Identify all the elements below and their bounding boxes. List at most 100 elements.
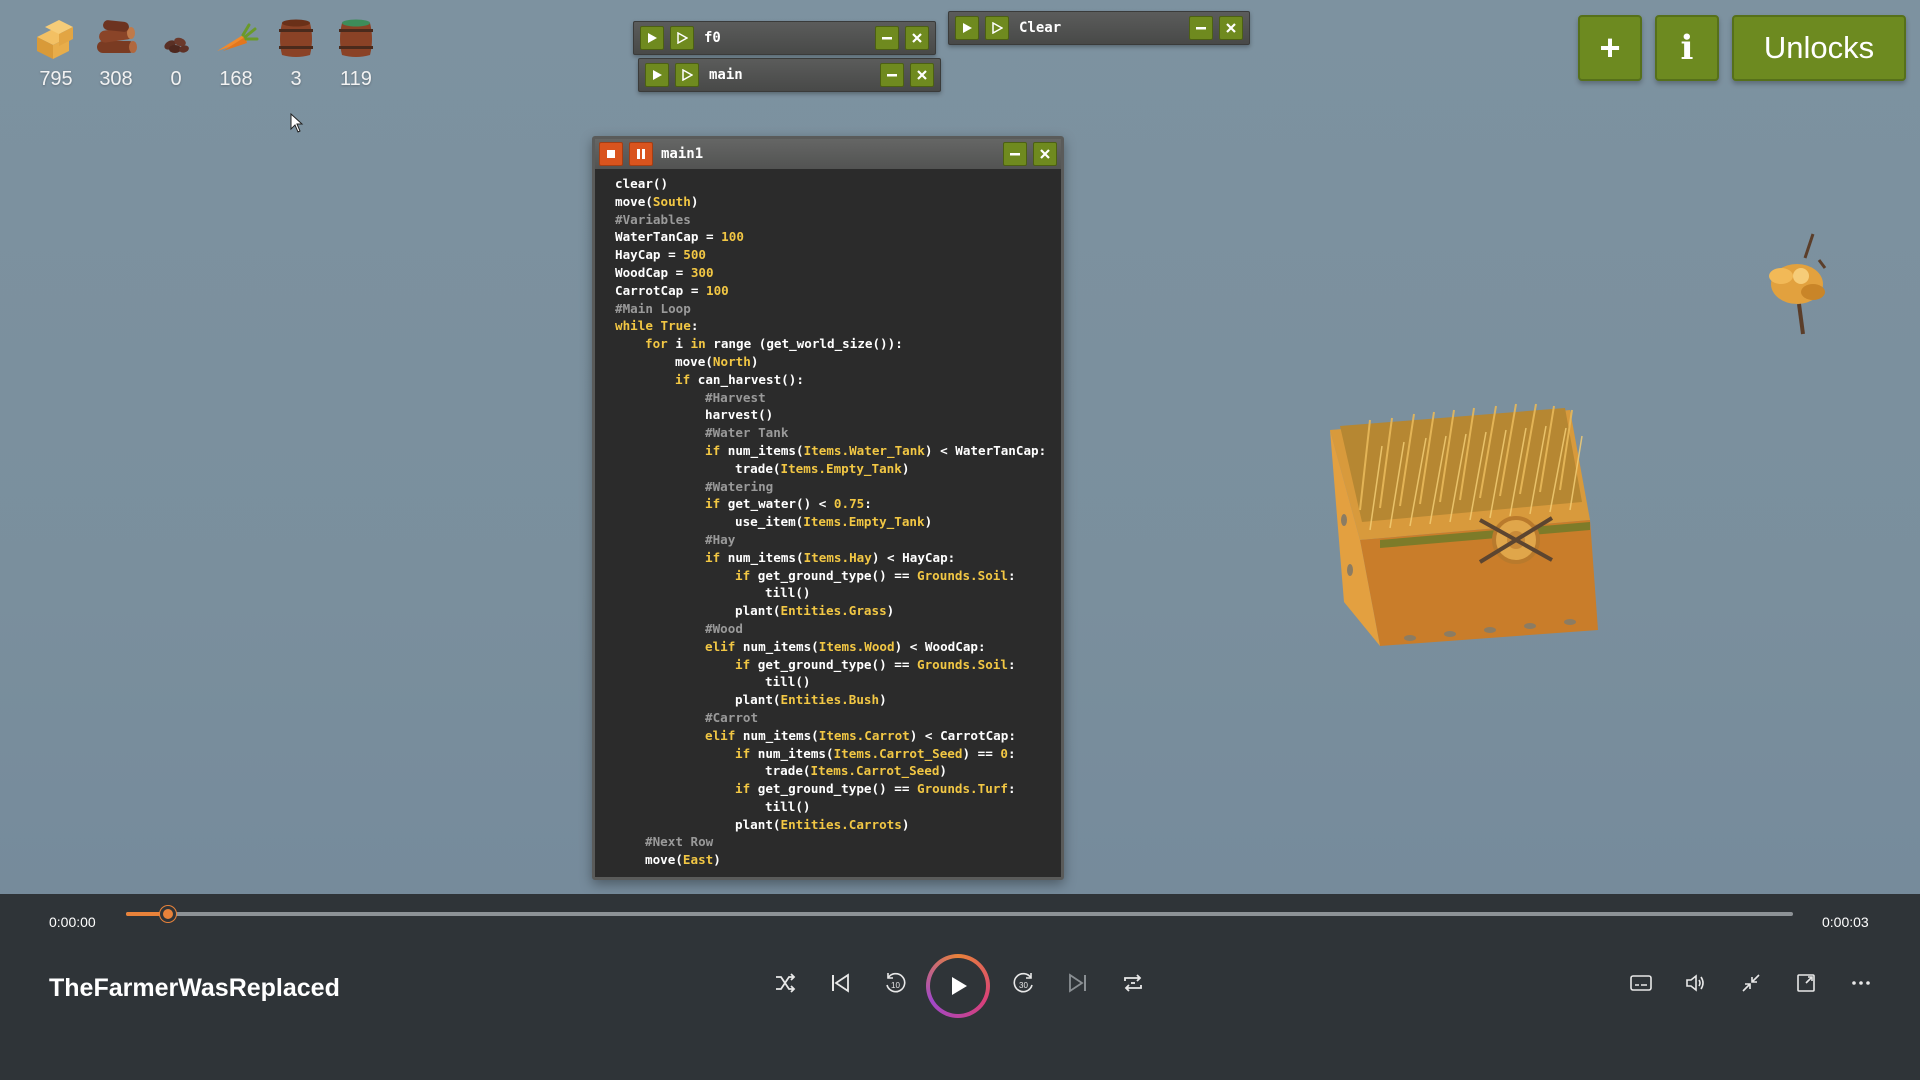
code-line[interactable]: CarrotCap = 100 bbox=[615, 282, 1061, 300]
code-line[interactable]: #Carrot bbox=[615, 709, 1061, 727]
resource-count: 0 bbox=[170, 68, 182, 90]
code-text-area[interactable]: clear() move(South) #Variables WaterTanCap … bbox=[595, 169, 1061, 869]
code-token: Items.Carrot bbox=[818, 727, 910, 743]
code-line[interactable]: HayCap = 500 bbox=[615, 246, 1061, 264]
code-line[interactable]: WoodCap = 300 bbox=[615, 264, 1061, 282]
code-token: if bbox=[735, 745, 751, 761]
exit-fullscreen-button[interactable] bbox=[1731, 963, 1771, 1003]
step-button[interactable] bbox=[675, 63, 699, 87]
code-line[interactable]: if get_water() < 0.75: bbox=[615, 495, 1061, 513]
code-token: Entities.Carrots bbox=[780, 816, 902, 832]
seek-thumb[interactable] bbox=[159, 906, 176, 922]
code-window-header[interactable]: main1 bbox=[595, 139, 1061, 169]
previous-button[interactable] bbox=[820, 963, 860, 1003]
captions-button[interactable] bbox=[1621, 963, 1661, 1003]
stop-button[interactable] bbox=[599, 142, 623, 166]
close-button[interactable] bbox=[1219, 16, 1243, 40]
code-line[interactable]: #Variables bbox=[615, 211, 1061, 229]
code-token: can_harvest(): bbox=[690, 371, 804, 387]
add-button[interactable]: + bbox=[1578, 15, 1642, 81]
code-line[interactable]: WaterTanCap = 100 bbox=[615, 228, 1061, 246]
seek-bar[interactable] bbox=[126, 906, 1793, 922]
code-token: ) bbox=[901, 460, 910, 476]
code-token: for bbox=[645, 336, 668, 352]
code-line[interactable]: trade(Items.Empty_Tank) bbox=[615, 460, 1061, 478]
code-line[interactable]: #Wood bbox=[615, 620, 1061, 638]
code-line[interactable]: elif num_items(Items.Carrot) < CarrotCap… bbox=[615, 727, 1061, 745]
code-token: East bbox=[682, 852, 714, 868]
code-line[interactable]: if can_harvest(): bbox=[615, 371, 1061, 389]
code-line[interactable]: trade(Items.Carrot_Seed) bbox=[615, 762, 1061, 780]
code-token: Items.Wood bbox=[818, 638, 895, 654]
code-token: ) bbox=[690, 193, 699, 209]
window-main[interactable]: main bbox=[638, 58, 941, 92]
volume-button[interactable] bbox=[1676, 963, 1716, 1003]
more-options-button[interactable] bbox=[1841, 963, 1881, 1003]
code-token: : bbox=[1007, 781, 1016, 797]
step-button[interactable] bbox=[670, 26, 694, 50]
code-line[interactable]: if num_items(Items.Water_Tank) < WaterTa… bbox=[615, 442, 1061, 460]
code-token: if bbox=[675, 371, 691, 387]
code-token: use_item( bbox=[735, 514, 804, 530]
rewind-10-button[interactable]: 10 bbox=[875, 963, 915, 1003]
code-line[interactable]: for i in range (get_world_size()): bbox=[615, 335, 1061, 353]
close-button[interactable] bbox=[1033, 142, 1057, 166]
code-line[interactable]: if num_items(Items.Carrot_Seed) == 0: bbox=[615, 745, 1061, 763]
code-line[interactable]: #Next Row bbox=[615, 833, 1061, 851]
repeat-button[interactable] bbox=[1113, 963, 1153, 1003]
shuffle-button[interactable] bbox=[765, 963, 805, 1003]
minimize-button[interactable] bbox=[875, 26, 899, 50]
step-button[interactable] bbox=[985, 16, 1009, 40]
code-token: ) < CarrotCap: bbox=[909, 727, 1016, 743]
code-line[interactable]: while True: bbox=[615, 317, 1061, 335]
code-line[interactable]: #Hay bbox=[615, 531, 1061, 549]
code-line[interactable]: elif num_items(Items.Wood) < WoodCap: bbox=[615, 638, 1061, 656]
minimize-button[interactable] bbox=[1003, 142, 1027, 166]
window-f0[interactable]: f0 bbox=[633, 21, 936, 55]
code-token: trade( bbox=[765, 763, 811, 779]
code-editor-window[interactable]: main1 clear() move(South) #Variables WaterT… bbox=[592, 136, 1064, 880]
info-button[interactable]: i bbox=[1655, 15, 1719, 81]
close-button[interactable] bbox=[910, 63, 934, 87]
code-token: get_ground_type() == bbox=[750, 567, 917, 583]
rewind-10-icon: 10 bbox=[886, 972, 906, 993]
window-clear[interactable]: Clear bbox=[948, 11, 1250, 45]
code-token: ) bbox=[901, 816, 910, 832]
forward-30-button[interactable]: 30 bbox=[1004, 963, 1044, 1003]
code-line[interactable]: #Main Loop bbox=[615, 300, 1061, 318]
code-line[interactable]: use_item(Items.Empty_Tank) bbox=[615, 513, 1061, 531]
run-button[interactable] bbox=[645, 63, 669, 87]
pause-button[interactable] bbox=[629, 142, 653, 166]
code-line[interactable]: plant(Entities.Bush) bbox=[615, 691, 1061, 709]
code-line[interactable]: plant(Entities.Grass) bbox=[615, 602, 1061, 620]
close-button[interactable] bbox=[905, 26, 929, 50]
miniplayer-button[interactable] bbox=[1786, 963, 1826, 1003]
minimize-button[interactable] bbox=[880, 63, 904, 87]
code-line[interactable]: #Watering bbox=[615, 478, 1061, 496]
code-line[interactable]: till() bbox=[615, 584, 1061, 602]
code-token: Entities.Bush bbox=[780, 692, 880, 708]
code-line[interactable]: move(North) bbox=[615, 353, 1061, 371]
code-token: num_items( bbox=[720, 549, 804, 565]
next-button[interactable] bbox=[1058, 963, 1098, 1003]
code-line[interactable]: move(South) bbox=[615, 193, 1061, 211]
unlocks-button[interactable]: Unlocks bbox=[1732, 15, 1906, 81]
code-line[interactable]: if get_ground_type() == Grounds.Soil: bbox=[615, 656, 1061, 674]
code-token: in bbox=[690, 336, 706, 352]
code-line[interactable]: if get_ground_type() == Grounds.Turf: bbox=[615, 780, 1061, 798]
run-button[interactable] bbox=[640, 26, 664, 50]
code-line[interactable]: harvest() bbox=[615, 406, 1061, 424]
code-line[interactable]: if get_ground_type() == Grounds.Soil: bbox=[615, 567, 1061, 585]
minimize-button[interactable] bbox=[1189, 16, 1213, 40]
code-line[interactable]: clear() bbox=[615, 175, 1061, 193]
code-line[interactable]: move(East) bbox=[615, 851, 1061, 869]
code-line[interactable]: if num_items(Items.Hay) < HayCap: bbox=[615, 549, 1061, 567]
code-line[interactable]: plant(Entities.Carrots) bbox=[615, 816, 1061, 834]
code-line[interactable]: till() bbox=[615, 673, 1061, 691]
run-button[interactable] bbox=[955, 16, 979, 40]
code-line[interactable]: till() bbox=[615, 798, 1061, 816]
code-line[interactable]: #Water Tank bbox=[615, 424, 1061, 442]
play-button[interactable] bbox=[926, 954, 990, 1018]
code-line[interactable]: #Harvest bbox=[615, 389, 1061, 407]
code-token: HayCap = bbox=[615, 247, 684, 263]
